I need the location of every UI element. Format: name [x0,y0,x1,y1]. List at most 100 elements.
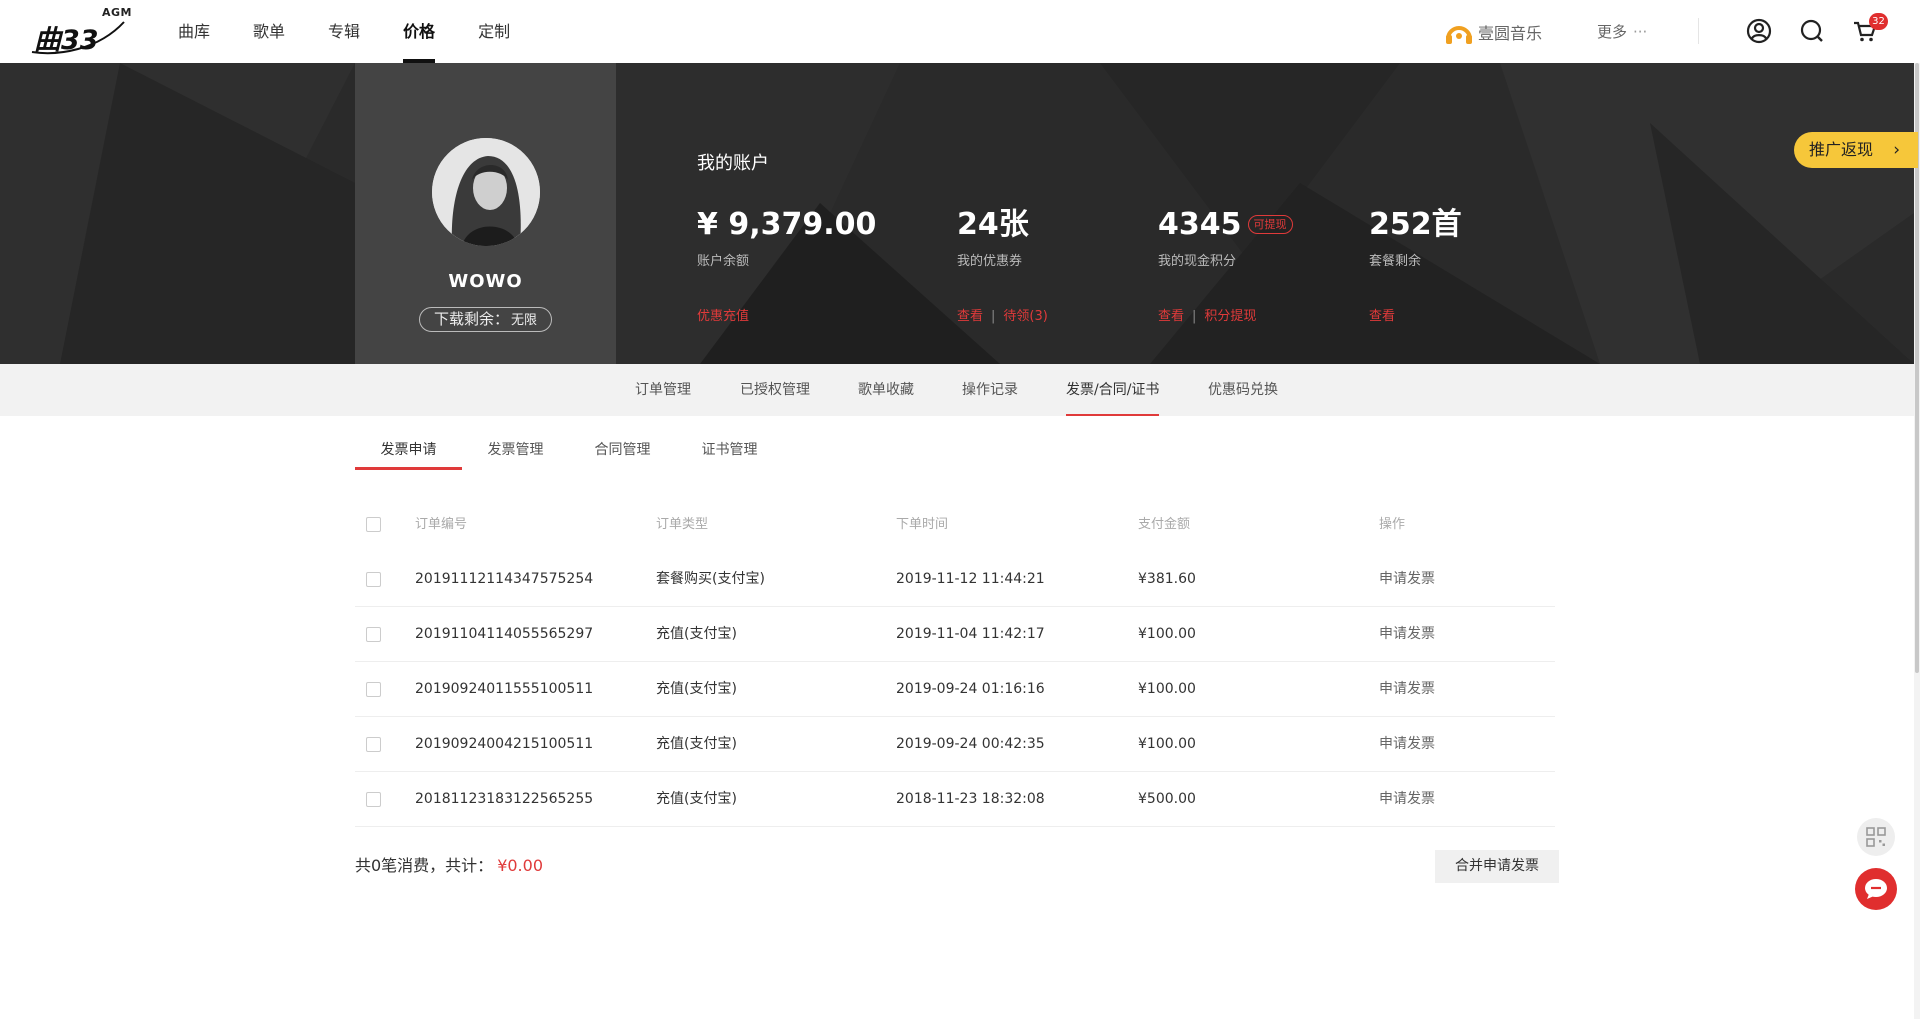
promo-label: 推广返现 [1809,140,1874,159]
order-id: 20190924011555100511 [415,681,594,697]
order-amount: ¥381.60 [1138,571,1196,587]
account-hero: WOWO 下载剩余： 无限 我的账户 ¥ 9,379.00 账户余额 优惠充值 2… [0,63,1914,364]
points-links: 查看 | 积分提现 [1158,305,1256,324]
downloads-remaining-badge: 下载剩余： 无限 [419,307,552,332]
chat-bubble-icon [1865,879,1887,899]
profile-card: WOWO 下载剩余： 无限 [355,63,616,364]
order-time: 2019-09-24 01:16:16 [896,681,1045,697]
search-icon[interactable] [1798,17,1826,45]
nav-item-custom[interactable]: 定制 [478,0,510,63]
package-stat: 252首 套餐剩余 [1369,206,1462,269]
tab-orders[interactable]: 订单管理 [635,364,691,416]
points-withdraw-link[interactable]: 积分提现 [1204,309,1256,324]
link-separator: | [1192,309,1197,324]
subtab-invoice-management[interactable]: 发票管理 [462,429,569,470]
main-nav: 曲库 歌单 专辑 价格 定制 [178,0,553,63]
balance-label: 账户余额 [697,254,750,269]
order-time: 2019-11-12 11:44:21 [896,571,1045,587]
order-time: 2019-11-04 11:42:17 [896,626,1045,642]
order-time: 2019-09-24 00:42:35 [896,736,1045,752]
coupons-view-link[interactable]: 查看 [957,309,983,324]
order-amount: ¥100.00 [1138,681,1196,697]
more-label: 更多 [1597,23,1628,41]
subtab-invoice-request[interactable]: 发票申请 [355,429,462,470]
points-value-row: 4345 可提现 [1158,206,1293,244]
avatar-portrait [432,138,540,246]
row-checkbox[interactable] [366,792,381,807]
package-links: 查看 [1369,305,1395,324]
logo-mark: 曲33 [34,25,99,56]
coupons-links: 查看 | 待领(3) [957,305,1048,324]
order-time: 2018-11-23 18:32:08 [896,791,1045,807]
brand-headphone-icon [1446,26,1472,44]
order-amount: ¥100.00 [1138,736,1196,752]
header-order-id: 订单编号 [415,517,468,532]
subtab-contract-management[interactable]: 合同管理 [569,429,676,470]
header-amount: 支付金额 [1138,517,1191,532]
user-account-icon[interactable] [1745,17,1773,45]
tab-activity-log[interactable]: 操作记录 [962,364,1018,416]
header-order-type: 订单类型 [656,517,709,532]
header-order-time: 下单时间 [896,517,949,532]
qr-code-icon [1866,827,1886,847]
order-type: 充值(支付宝) [656,626,737,642]
chat-button[interactable] [1855,868,1897,910]
promo-cashback-button[interactable]: 推广返现 › [1794,132,1918,168]
points-view-link[interactable]: 查看 [1158,309,1184,324]
row-checkbox[interactable] [366,572,381,587]
recharge-link[interactable]: 优惠充值 [697,309,749,324]
package-label: 套餐剩余 [1369,254,1422,269]
merge-invoice-button[interactable]: 合并申请发票 [1435,850,1559,883]
package-value: 252首 [1369,207,1462,242]
points-stat: 4345 可提现 我的现金积分 [1158,206,1293,269]
table-row: 20191112114347575254 套餐购买(支付宝) 2019-11-1… [355,552,1555,607]
subtab-certificate-management[interactable]: 证书管理 [676,429,783,470]
request-invoice-link[interactable]: 申请发票 [1379,607,1435,662]
order-type: 套餐购买(支付宝) [656,571,765,587]
summary-amount: ¥0.00 [497,856,543,875]
more-menu[interactable]: 更多 ··· [1597,21,1647,42]
table-row: 20181123183122565255 充值(支付宝) 2018-11-23 … [355,772,1555,827]
request-invoice-link[interactable]: 申请发票 [1379,772,1435,827]
tab-licensed[interactable]: 已授权管理 [740,364,810,416]
table-row: 20190924004215100511 充值(支付宝) 2019-09-24 … [355,717,1555,772]
nav-divider [1698,18,1699,44]
brand-label: 壹圆音乐 [1478,24,1543,43]
header-action: 操作 [1379,517,1406,532]
row-checkbox[interactable] [366,737,381,752]
downloads-remaining-value: 无限 [511,313,538,328]
package-view-link[interactable]: 查看 [1369,309,1395,324]
nav-item-pricing[interactable]: 价格 [403,0,436,63]
coupons-stat: 24张 我的优惠券 [957,206,1029,269]
row-checkbox[interactable] [366,627,381,642]
tab-invoice-contract-certificate[interactable]: 发票/合同/证书 [1066,364,1160,416]
nav-item-library[interactable]: 曲库 [178,0,210,63]
order-type: 充值(支付宝) [656,791,737,807]
logo[interactable]: 曲33 AGM [28,6,132,56]
order-amount: ¥500.00 [1138,791,1196,807]
request-invoice-link[interactable]: 申请发票 [1379,552,1435,607]
row-checkbox[interactable] [366,682,381,697]
table-header: 订单编号 订单类型 下单时间 支付金额 操作 [355,497,1555,552]
tab-promo-code[interactable]: 优惠码兑换 [1208,364,1278,416]
order-id: 20181123183122565255 [415,791,594,807]
nav-item-playlists[interactable]: 歌单 [253,0,285,63]
avatar[interactable] [432,138,540,246]
coupons-pending-link[interactable]: 待领(3) [1003,309,1047,324]
balance-stat: ¥ 9,379.00 账户余额 [697,206,876,269]
points-label: 我的现金积分 [1158,254,1237,269]
qr-code-button[interactable] [1857,818,1895,856]
order-type: 充值(支付宝) [656,736,737,752]
request-invoice-link[interactable]: 申请发票 [1379,662,1435,717]
order-id: 20191104114055565297 [415,626,594,642]
nav-item-albums[interactable]: 专辑 [328,0,360,63]
more-dots: ··· [1633,23,1648,41]
username: WOWO [448,271,523,292]
tab-favorites[interactable]: 歌单收藏 [858,364,914,416]
selection-summary: 共0笔消费，共计： ¥0.00 [355,852,543,876]
summary-text: 共0笔消费，共计： [355,856,494,875]
brand-link[interactable]: 壹圆音乐 [1444,19,1542,45]
select-all-checkbox[interactable] [366,517,381,532]
coupons-value: 24张 [957,207,1029,242]
request-invoice-link[interactable]: 申请发票 [1379,717,1435,772]
